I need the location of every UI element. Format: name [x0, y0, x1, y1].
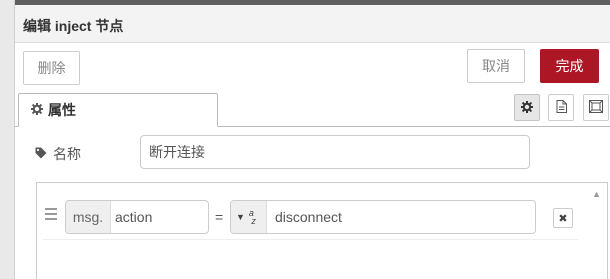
frame-icon — [589, 99, 603, 116]
properties-list: ▲ msg. action = ▼ a z disconnect ✖ — [36, 182, 608, 279]
gear-icon — [31, 102, 43, 118]
tab-properties-label: 属性 — [48, 102, 76, 118]
type-select[interactable]: ▼ a z — [231, 201, 267, 233]
string-type-icon: a z — [248, 208, 256, 226]
delete-button[interactable]: 删除 — [23, 51, 80, 85]
document-icon — [556, 99, 567, 116]
tab-description[interactable] — [548, 94, 574, 121]
edit-tray: 编辑 inject 节点 删除 取消 完成 属性 名称 断开连接 ▲ msg. … — [15, 5, 610, 279]
tray-header: 编辑 inject 节点 — [15, 5, 610, 43]
canvas-edge — [0, 0, 15, 279]
equals-sign: = — [215, 209, 224, 225]
tab-appearance[interactable] — [583, 94, 609, 121]
remove-row-button[interactable]: ✖ — [553, 208, 573, 228]
done-button[interactable]: 完成 — [540, 49, 599, 83]
caret-down-icon: ▼ — [236, 212, 245, 222]
gear-icon — [521, 100, 533, 116]
drag-handle-icon[interactable] — [45, 208, 57, 223]
cancel-button[interactable]: 取消 — [467, 49, 525, 83]
scroll-up-icon[interactable]: ▲ — [592, 189, 601, 199]
name-input[interactable]: 断开连接 — [140, 135, 530, 169]
list-item: msg. action = ▼ a z disconnect ✖ — [43, 194, 578, 240]
property-input[interactable]: action — [111, 201, 208, 233]
value-field[interactable]: ▼ a z disconnect — [230, 200, 536, 234]
property-field[interactable]: msg. action — [65, 200, 209, 234]
name-label-text: 名称 — [53, 146, 81, 162]
value-input[interactable]: disconnect — [267, 201, 535, 233]
tab-settings[interactable] — [514, 94, 540, 121]
name-label: 名称 — [35, 144, 81, 164]
dialog-title: 编辑 inject 节点 — [23, 18, 124, 34]
tag-icon — [35, 146, 47, 162]
close-icon: ✖ — [558, 212, 568, 225]
tab-properties[interactable]: 属性 — [18, 93, 218, 127]
tab-bar: 属性 — [15, 91, 610, 127]
msg-prefix: msg. — [66, 201, 111, 233]
